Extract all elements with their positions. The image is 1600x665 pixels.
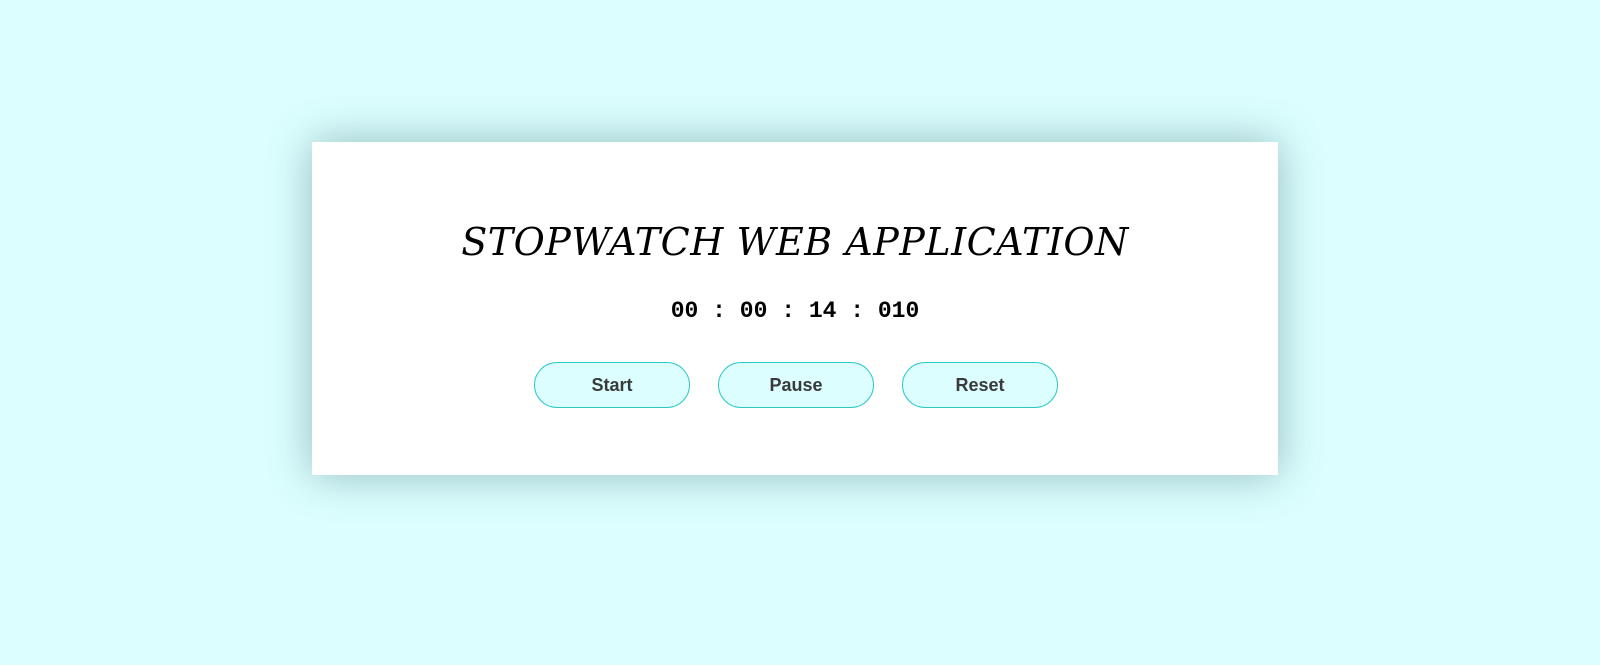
timer-hours: 00 xyxy=(670,298,699,324)
reset-button[interactable]: Reset xyxy=(902,362,1058,408)
timer-separator: : xyxy=(712,298,726,324)
app-title: STOPWATCH WEB APPLICATION xyxy=(461,220,1129,264)
timer-separator: : xyxy=(781,298,795,324)
timer-milliseconds: 010 xyxy=(877,298,920,324)
pause-button[interactable]: Pause xyxy=(718,362,874,408)
timer-display: 00 : 00 : 14 : 010 xyxy=(312,300,1278,323)
start-button[interactable]: Start xyxy=(534,362,690,408)
timer-separator: : xyxy=(850,298,865,324)
control-buttons: Start Pause Reset xyxy=(534,362,1058,408)
timer-seconds: 14 xyxy=(808,298,837,324)
timer-minutes: 00 xyxy=(739,298,768,324)
stopwatch-card: STOPWATCH WEB APPLICATION 00 : 00 : 14 :… xyxy=(312,142,1278,475)
